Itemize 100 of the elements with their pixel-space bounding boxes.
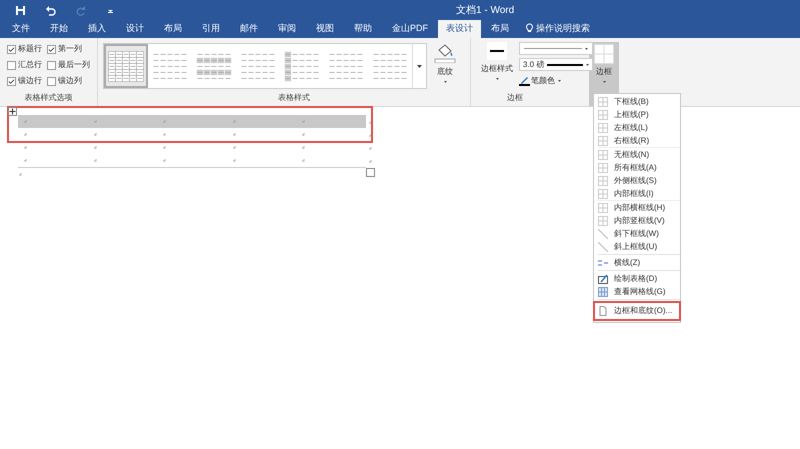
table-style-thumbnail[interactable] <box>104 44 148 88</box>
caret-icon <box>496 78 498 80</box>
ribbon-tab[interactable]: 审阅 <box>268 20 306 38</box>
border-icon <box>598 96 608 106</box>
end-of-cell-icon <box>232 133 236 136</box>
tell-me-search[interactable]: 操作说明搜索 <box>525 22 590 35</box>
lightbulb-icon <box>525 23 534 34</box>
draw-table-icon <box>598 274 608 284</box>
menu-item[interactable]: 内部横框线(H) <box>594 201 680 214</box>
menu-item[interactable]: 内部框线(I) <box>594 187 680 200</box>
ribbon-tab[interactable]: 视图 <box>306 20 344 38</box>
border-icon <box>598 110 608 120</box>
end-of-cell-icon <box>232 146 236 149</box>
menu-item[interactable]: 右框线(R) <box>594 134 680 147</box>
end-of-row-icon <box>369 134 372 137</box>
horizontal-line-icon <box>598 258 608 268</box>
ribbon-tab[interactable]: 帮助 <box>344 20 382 38</box>
end-of-row-icon <box>369 121 372 124</box>
end-of-cell-icon <box>94 120 97 123</box>
redo-icon <box>74 4 86 16</box>
end-of-cell-icon <box>24 159 27 162</box>
shading-button[interactable]: 底纹 <box>433 43 457 83</box>
border-icon <box>598 122 608 132</box>
undo-icon <box>44 4 56 16</box>
end-of-cell-icon <box>163 146 166 149</box>
border-icon <box>598 202 608 212</box>
group-label: 表格样式选项 <box>24 92 74 104</box>
ribbon-tab[interactable]: 文件 <box>2 20 40 38</box>
checkbox[interactable]: 镶边列 <box>47 75 97 87</box>
ribbon-tab[interactable]: 布局 <box>154 20 192 38</box>
checkbox[interactable]: 汇总行 <box>7 59 47 71</box>
menu-item[interactable]: 边框和底纹(O)... <box>593 301 681 321</box>
checkbox[interactable]: 第一列 <box>47 43 97 55</box>
end-of-cell-icon <box>302 146 306 149</box>
end-of-cell-icon <box>94 146 97 149</box>
end-of-cell-icon <box>302 133 306 136</box>
menu-item[interactable]: 斜下框线(W) <box>594 227 680 240</box>
check-icon <box>8 46 15 52</box>
table-style-preview-icon <box>284 50 320 82</box>
window-title: 文档1 - Word <box>456 4 514 18</box>
border-icon <box>598 162 608 172</box>
end-of-cell-icon <box>302 120 306 123</box>
border-styles-button[interactable]: 边框样式 <box>481 42 513 80</box>
paint-bucket-icon <box>434 43 456 63</box>
ribbon-tab[interactable]: 开始 <box>40 20 78 38</box>
group-label: 边框 <box>506 92 524 104</box>
menu-item[interactable]: 横线(Z) <box>594 256 680 269</box>
menu-item[interactable]: 上框线(P) <box>594 108 680 121</box>
end-of-cell-icon <box>163 120 166 123</box>
border-icon <box>598 216 608 226</box>
caret-icon <box>586 64 589 66</box>
paragraph-mark-icon <box>19 173 22 176</box>
check-icon <box>8 78 15 84</box>
end-of-row-icon <box>369 147 372 150</box>
end-of-cell-icon <box>163 133 166 136</box>
menu-item[interactable]: 内部竖框线(V) <box>594 214 680 227</box>
menu-item[interactable]: 左框线(L) <box>594 121 680 134</box>
ribbon-tab[interactable]: 引用 <box>192 20 230 38</box>
ribbon-tab[interactable]: 设计 <box>116 20 154 38</box>
menu-item[interactable]: 无框线(N) <box>594 148 680 161</box>
caret-icon <box>444 81 446 83</box>
end-of-cell-icon <box>163 159 166 162</box>
caret-icon <box>417 64 422 68</box>
checkbox[interactable]: 镶边行 <box>7 75 47 87</box>
menu-item[interactable]: 查看网格线(G) <box>594 285 680 298</box>
end-of-cell-icon <box>232 120 236 123</box>
end-of-cell-icon <box>94 159 97 162</box>
borders-icon <box>594 44 614 64</box>
caret-icon <box>558 80 561 82</box>
move-handle-icon[interactable] <box>8 107 17 116</box>
checkbox[interactable]: 最后一列 <box>47 59 97 71</box>
check-icon <box>48 46 55 52</box>
menu-item[interactable]: 斜上框线(U) <box>594 240 680 253</box>
border-icon <box>598 176 608 186</box>
caret-icon <box>602 81 606 83</box>
group-label: 表格样式 <box>277 92 311 104</box>
border-icon <box>598 150 608 160</box>
ribbon-tab[interactable]: 插入 <box>78 20 116 38</box>
menu-item[interactable]: 外侧框线(S) <box>594 174 680 187</box>
end-of-cell-icon <box>24 146 27 149</box>
resize-handle[interactable] <box>366 168 375 177</box>
border-icon <box>598 188 608 198</box>
menu-item[interactable]: 所有框线(A) <box>594 161 680 174</box>
caret-icon <box>585 48 588 50</box>
end-of-row-icon <box>369 160 372 163</box>
table-style-preview-icon <box>108 50 144 82</box>
line-weight-dropdown[interactable]: 3.0 磅 <box>519 58 593 71</box>
pen-icon <box>519 75 530 86</box>
ribbon-tab[interactable]: 布局 <box>481 20 519 38</box>
menu-item[interactable]: 绘制表格(D) <box>594 272 680 285</box>
border-style-icon <box>487 42 507 60</box>
end-of-cell-icon <box>94 133 97 136</box>
line-style-dropdown[interactable] <box>519 42 593 55</box>
border-icon <box>598 136 608 146</box>
end-of-cell-icon <box>24 120 27 123</box>
checkbox[interactable]: 标题行 <box>7 43 47 55</box>
gridlines-icon <box>598 286 608 296</box>
ribbon-tab[interactable]: 表设计 <box>438 20 481 38</box>
ribbon-tab[interactable]: 金山PDF <box>382 20 438 38</box>
ribbon-tab[interactable]: 邮件 <box>230 20 268 38</box>
